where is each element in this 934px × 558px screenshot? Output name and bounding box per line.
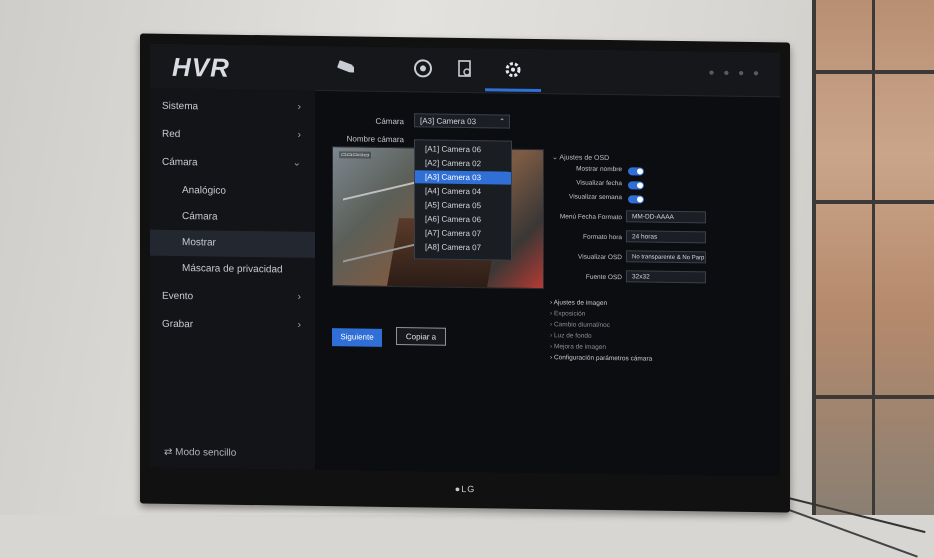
lg-logo: ●LG [454, 483, 476, 495]
sidebar-subitem-mascara-privacidad[interactable]: Máscara de privacidad [150, 256, 315, 284]
chevron-up-icon: ⌃ [499, 118, 505, 126]
time-format-label: Formato hora [582, 233, 622, 242]
link-image-enhance[interactable]: › Mejora de imagen [550, 343, 606, 351]
show-date-label: Visualizar fecha [576, 179, 622, 188]
hvr-screen: HVR ● ● ● ● Sistema › Red › Cámara ⌄ Ana… [150, 43, 780, 477]
chevron-right-icon: › [297, 291, 301, 303]
dropdown-option[interactable]: [A7] Camera 07 [415, 226, 511, 240]
osd-view-label: Visualizar OSD [578, 253, 622, 262]
sidebar-item-label: Analógico [182, 185, 226, 197]
chevron-down-icon: ⌄ [292, 157, 301, 169]
camera-dropdown-list: [A1] Camera 06 [A2] Camera 02 [A3] Camer… [414, 139, 512, 261]
show-name-label: Mostrar nombre [576, 165, 622, 174]
show-date-toggle[interactable] [628, 181, 644, 190]
sidebar-item-label: Cámara [182, 211, 218, 223]
preview-osd-tag: ▭▭▭▭▭ [339, 151, 372, 159]
chevron-right-icon: › [297, 319, 301, 331]
dropdown-option[interactable]: [A8] Camera 07 [415, 240, 511, 254]
simple-mode-toggle[interactable]: ⇄ Modo sencillo [164, 447, 236, 459]
sidebar-item-label: Evento [162, 290, 194, 303]
sidebar-subitem-analogico[interactable]: Analógico [150, 178, 315, 206]
settings-icon[interactable] [500, 58, 526, 80]
camera-label: Cámara [375, 116, 404, 127]
app-logo: HVR [172, 51, 230, 83]
chevron-right-icon: › [297, 129, 301, 141]
time-format-select[interactable]: 24 horas [626, 230, 706, 244]
copy-to-button[interactable]: Copiar a [396, 327, 446, 346]
show-week-label: Visualizar semana [569, 193, 622, 202]
window-background [812, 0, 934, 515]
osd-view-select[interactable]: No transparente & No Parp [626, 250, 706, 264]
sidebar-item-label: Red [162, 128, 181, 141]
camera-select[interactable]: [A3] Camera 03 ⌃ [414, 113, 510, 129]
dropdown-option[interactable]: [A4] Camera 04 [415, 184, 511, 198]
date-format-label: Menú Fecha Formato [559, 213, 622, 222]
dropdown-option[interactable]: [A6] Camera 06 [415, 212, 511, 226]
sidebar-subitem-mostrar[interactable]: Mostrar [150, 229, 315, 258]
sidebar-item-label: Mostrar [182, 237, 216, 249]
sidebar-item-red[interactable]: Red › [150, 122, 315, 150]
sidebar-item-sistema[interactable]: Sistema › [150, 94, 315, 122]
sidebar-item-label: Cámara [162, 156, 198, 169]
link-day-night[interactable]: › Cambio diurnal/noc [550, 321, 610, 329]
camera-select-value: [A3] Camera 03 [420, 116, 477, 127]
osd-font-label: Fuente OSD [585, 273, 622, 282]
osd-font-select[interactable]: 32x32 [626, 270, 706, 284]
show-name-toggle[interactable] [628, 167, 644, 176]
link-exposure[interactable]: › Exposición [550, 310, 585, 317]
chevron-right-icon: › [297, 101, 301, 113]
next-button[interactable]: Siguiente [332, 328, 382, 347]
sidebar: Sistema › Red › Cámara ⌄ Analógico Cámar… [150, 87, 315, 470]
link-image-settings[interactable]: › Ajustes de imagen [550, 299, 607, 307]
active-tab-indicator [485, 88, 541, 93]
sidebar-item-label: Máscara de privacidad [182, 263, 283, 276]
sidebar-item-label: Grabar [162, 318, 194, 331]
sidebar-item-grabar[interactable]: Grabar › [150, 312, 315, 340]
link-backlight[interactable]: › Luz de fondo [550, 332, 592, 340]
sidebar-item-label: Sistema [162, 100, 199, 113]
camera-name-label: Nombre cámara [346, 134, 404, 145]
osd-settings-header[interactable]: ⌄ Ajustes de OSD [552, 153, 609, 162]
tv-frame: HVR ● ● ● ● Sistema › Red › Cámara ⌄ Ana… [140, 33, 790, 513]
link-camera-params[interactable]: › Configuración parámetros cámara [550, 354, 652, 362]
sidebar-item-camara[interactable]: Cámara ⌄ [150, 150, 315, 178]
sidebar-subitem-camara[interactable]: Cámara [150, 204, 315, 232]
dropdown-option-selected[interactable]: [A3] Camera 03 [415, 170, 511, 185]
status-icons: ● ● ● ● [708, 67, 763, 80]
dropdown-option[interactable]: [A1] Camera 06 [415, 142, 511, 156]
sidebar-item-evento[interactable]: Evento › [150, 284, 315, 312]
playback-icon[interactable] [410, 57, 436, 79]
camera-icon[interactable] [334, 56, 360, 78]
dropdown-option[interactable]: [A5] Camera 05 [415, 198, 511, 212]
search-file-icon[interactable] [452, 58, 478, 80]
dropdown-option[interactable]: [A2] Camera 02 [415, 156, 511, 170]
date-format-select[interactable]: MM-DD-AAAA [626, 210, 706, 224]
show-week-toggle[interactable] [628, 195, 644, 204]
